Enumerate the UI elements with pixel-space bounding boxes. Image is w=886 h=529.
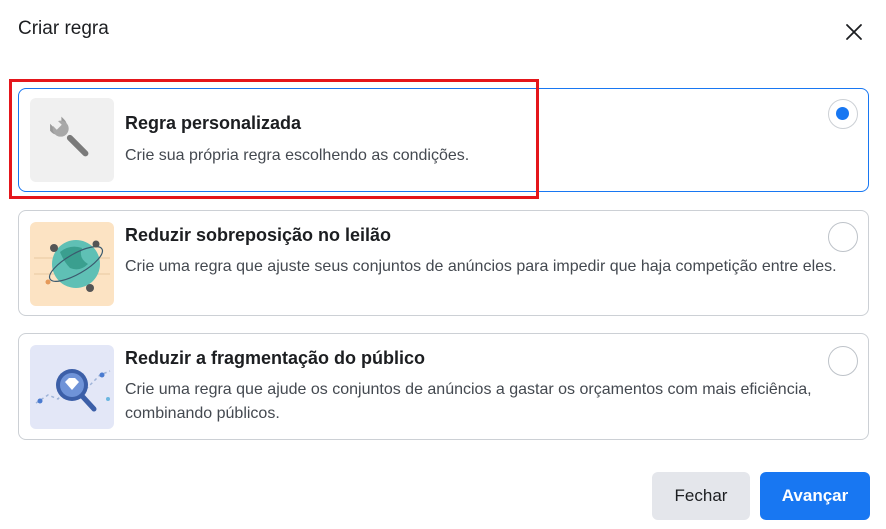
option-description: Crie uma regra que ajuste seus conjuntos… [125,258,837,275]
option-description: Crie uma regra que ajude os conjuntos de… [125,381,812,422]
close-button[interactable] [838,16,870,48]
next-button[interactable]: Avançar [760,472,870,520]
option-description: Crie sua própria regra escolhendo as con… [125,147,470,164]
radio-button[interactable] [828,346,858,376]
option-title: Reduzir sobreposição no leilão [125,225,392,245]
option-custom-rule[interactable]: Regra personalizada Crie sua própria reg… [18,88,869,192]
dialog-title: Criar regra [18,18,109,39]
option-thumbnail [30,222,114,306]
magnifier-diamond-icon [35,369,111,412]
close-icon [846,24,862,40]
option-thumbnail [30,98,114,182]
radio-button-selected[interactable] [828,99,858,129]
option-thumbnail [30,345,114,429]
wrench-icon [49,116,89,157]
close-dialog-button[interactable]: Fechar [652,472,750,520]
option-title: Regra personalizada [125,113,302,133]
radio-dot [836,107,849,120]
option-title: Reduzir a fragmentação do público [125,348,426,368]
option-reduce-audience-fragmentation[interactable]: Reduzir a fragmentação do público Crie u… [18,333,869,440]
option-reduce-auction-overlap[interactable]: Reduzir sobreposição no leilão Crie uma … [18,210,869,316]
globe-icon [34,240,110,292]
radio-button[interactable] [828,222,858,252]
